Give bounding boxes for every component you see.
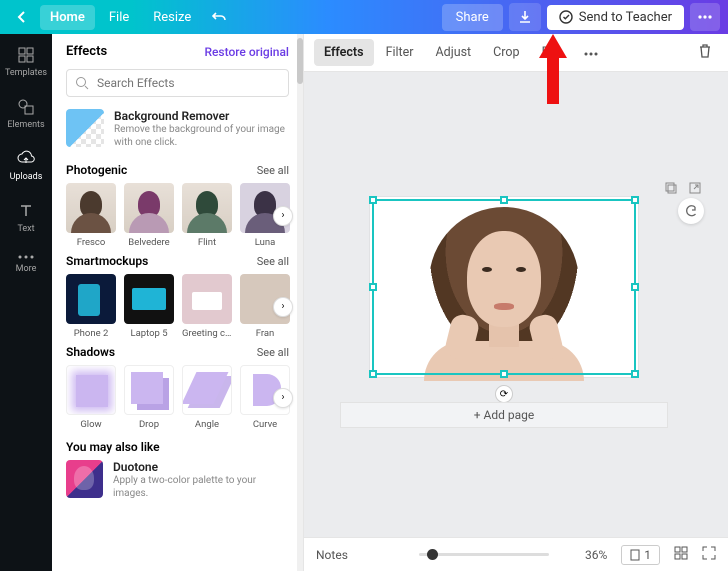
sidebar-label: Elements xyxy=(7,120,44,130)
footer-bar: Notes 36% 1 xyxy=(304,537,728,571)
templates-icon xyxy=(17,46,35,64)
section-photogenic-title: Photogenic xyxy=(66,163,127,177)
photogenic-item-flint[interactable]: Flint xyxy=(182,183,232,248)
page-number: 1 xyxy=(644,548,651,562)
sidebar-label: Uploads xyxy=(10,172,43,182)
download-button[interactable] xyxy=(509,3,541,31)
smartmockup-laptop5[interactable]: Laptop 5 xyxy=(124,274,174,339)
delete-button[interactable] xyxy=(692,37,718,69)
duotone-title: Duotone xyxy=(113,460,289,474)
smartmockups-next[interactable]: › xyxy=(273,297,293,317)
section-also-title: You may also like xyxy=(66,440,160,454)
bg-remover-desc: Remove the background of your image with… xyxy=(114,123,289,149)
smartmockups-see-all[interactable]: See all xyxy=(257,255,289,268)
rotate-handle[interactable]: ⟳ xyxy=(495,385,513,403)
duotone-thumb xyxy=(66,460,103,498)
resize-button[interactable]: Resize xyxy=(143,5,201,30)
more-top-button[interactable] xyxy=(690,3,720,31)
search-effects-input[interactable] xyxy=(97,76,280,90)
background-remover-tile[interactable]: Background Remover Remove the background… xyxy=(66,109,289,149)
context-toolbar: Effects Filter Adjust Crop Flip xyxy=(304,34,728,72)
page-icon xyxy=(630,549,640,561)
duotone-tile[interactable]: Duotone Apply a two-color palette to you… xyxy=(66,460,289,500)
toolbar-tab-flip[interactable]: Flip xyxy=(532,39,572,66)
undo-button[interactable] xyxy=(205,3,233,31)
send-to-teacher-button[interactable]: Send to Teacher xyxy=(547,5,684,30)
restore-original-link[interactable]: Restore original xyxy=(204,45,289,59)
selection-outline[interactable] xyxy=(372,199,636,375)
file-menu[interactable]: File xyxy=(99,5,139,30)
grid-view-button[interactable] xyxy=(674,546,688,563)
back-button[interactable] xyxy=(8,3,36,31)
autofill-button[interactable] xyxy=(678,198,704,224)
search-icon xyxy=(75,76,89,90)
photogenic-item-fresco[interactable]: Fresco xyxy=(66,183,116,248)
toolbar-more[interactable] xyxy=(576,39,606,66)
more-icon xyxy=(17,254,35,260)
page-tools xyxy=(664,180,702,199)
toolbar-tab-crop[interactable]: Crop xyxy=(483,39,529,66)
zoom-value[interactable]: 36% xyxy=(563,548,607,562)
share-button[interactable]: Share xyxy=(442,4,503,31)
shadow-drop[interactable]: Drop xyxy=(124,365,174,430)
notes-button[interactable]: Notes xyxy=(316,548,348,562)
add-page-button[interactable]: + Add page xyxy=(340,402,668,428)
home-button[interactable]: Home xyxy=(40,5,95,30)
shadows-next[interactable]: › xyxy=(273,388,293,408)
send-label: Send to Teacher xyxy=(579,10,672,25)
zoom-slider-knob[interactable] xyxy=(427,549,438,560)
shadow-angle[interactable]: Angle xyxy=(182,365,232,430)
sidebar-item-more[interactable]: More xyxy=(0,250,52,278)
uploads-icon xyxy=(17,150,35,168)
sidebar-item-templates[interactable]: Templates xyxy=(0,42,52,82)
photogenic-item-belvedere[interactable]: Belvedere xyxy=(124,183,174,248)
panel-title: Effects xyxy=(66,44,107,59)
sidebar-item-text[interactable]: Text xyxy=(0,198,52,238)
elements-icon xyxy=(17,98,35,116)
open-page-icon[interactable] xyxy=(688,180,702,199)
canvas-area: Effects Filter Adjust Crop Flip xyxy=(304,34,728,571)
section-smartmockups-title: Smartmockups xyxy=(66,254,148,268)
text-icon xyxy=(17,202,35,220)
section-shadows-title: Shadows xyxy=(66,345,115,359)
panel-scrollbar[interactable] xyxy=(297,34,303,571)
smartmockup-greeting[interactable]: Greeting car… xyxy=(182,274,232,339)
sidebar-label: Text xyxy=(17,224,34,234)
sidebar-label: Templates xyxy=(5,68,47,78)
shadow-glow[interactable]: Glow xyxy=(66,365,116,430)
sidebar-item-uploads[interactable]: Uploads xyxy=(0,146,52,186)
sidebar-label: More xyxy=(16,264,37,274)
bg-remover-thumb xyxy=(66,109,104,147)
effects-panel: Effects Restore original Background Remo… xyxy=(52,34,304,571)
sidebar-item-elements[interactable]: Elements xyxy=(0,94,52,134)
photogenic-see-all[interactable]: See all xyxy=(257,164,289,177)
page-selector[interactable]: 1 xyxy=(621,545,660,565)
top-bar: Home File Resize Share Send to Teacher xyxy=(0,0,728,34)
canvas-page[interactable]: ⟳ xyxy=(370,197,638,377)
fullscreen-button[interactable] xyxy=(702,546,716,563)
toolbar-tab-adjust[interactable]: Adjust xyxy=(426,39,482,66)
toolbar-tab-filter[interactable]: Filter xyxy=(376,39,424,66)
photogenic-next[interactable]: › xyxy=(273,206,293,226)
duotone-desc: Apply a two-color palette to your images… xyxy=(113,474,289,500)
object-panel-sidebar: Templates Elements Uploads Text More xyxy=(0,34,52,571)
toolbar-tab-effects[interactable]: Effects xyxy=(314,39,374,66)
search-effects-input-wrap[interactable] xyxy=(66,69,289,97)
duplicate-page-icon[interactable] xyxy=(664,180,678,199)
zoom-slider[interactable] xyxy=(419,553,549,556)
smartmockup-phone2[interactable]: Phone 2 xyxy=(66,274,116,339)
stage[interactable]: ⟳ + Add page xyxy=(304,72,728,537)
shadows-see-all[interactable]: See all xyxy=(257,346,289,359)
bg-remover-title: Background Remover xyxy=(114,109,289,123)
